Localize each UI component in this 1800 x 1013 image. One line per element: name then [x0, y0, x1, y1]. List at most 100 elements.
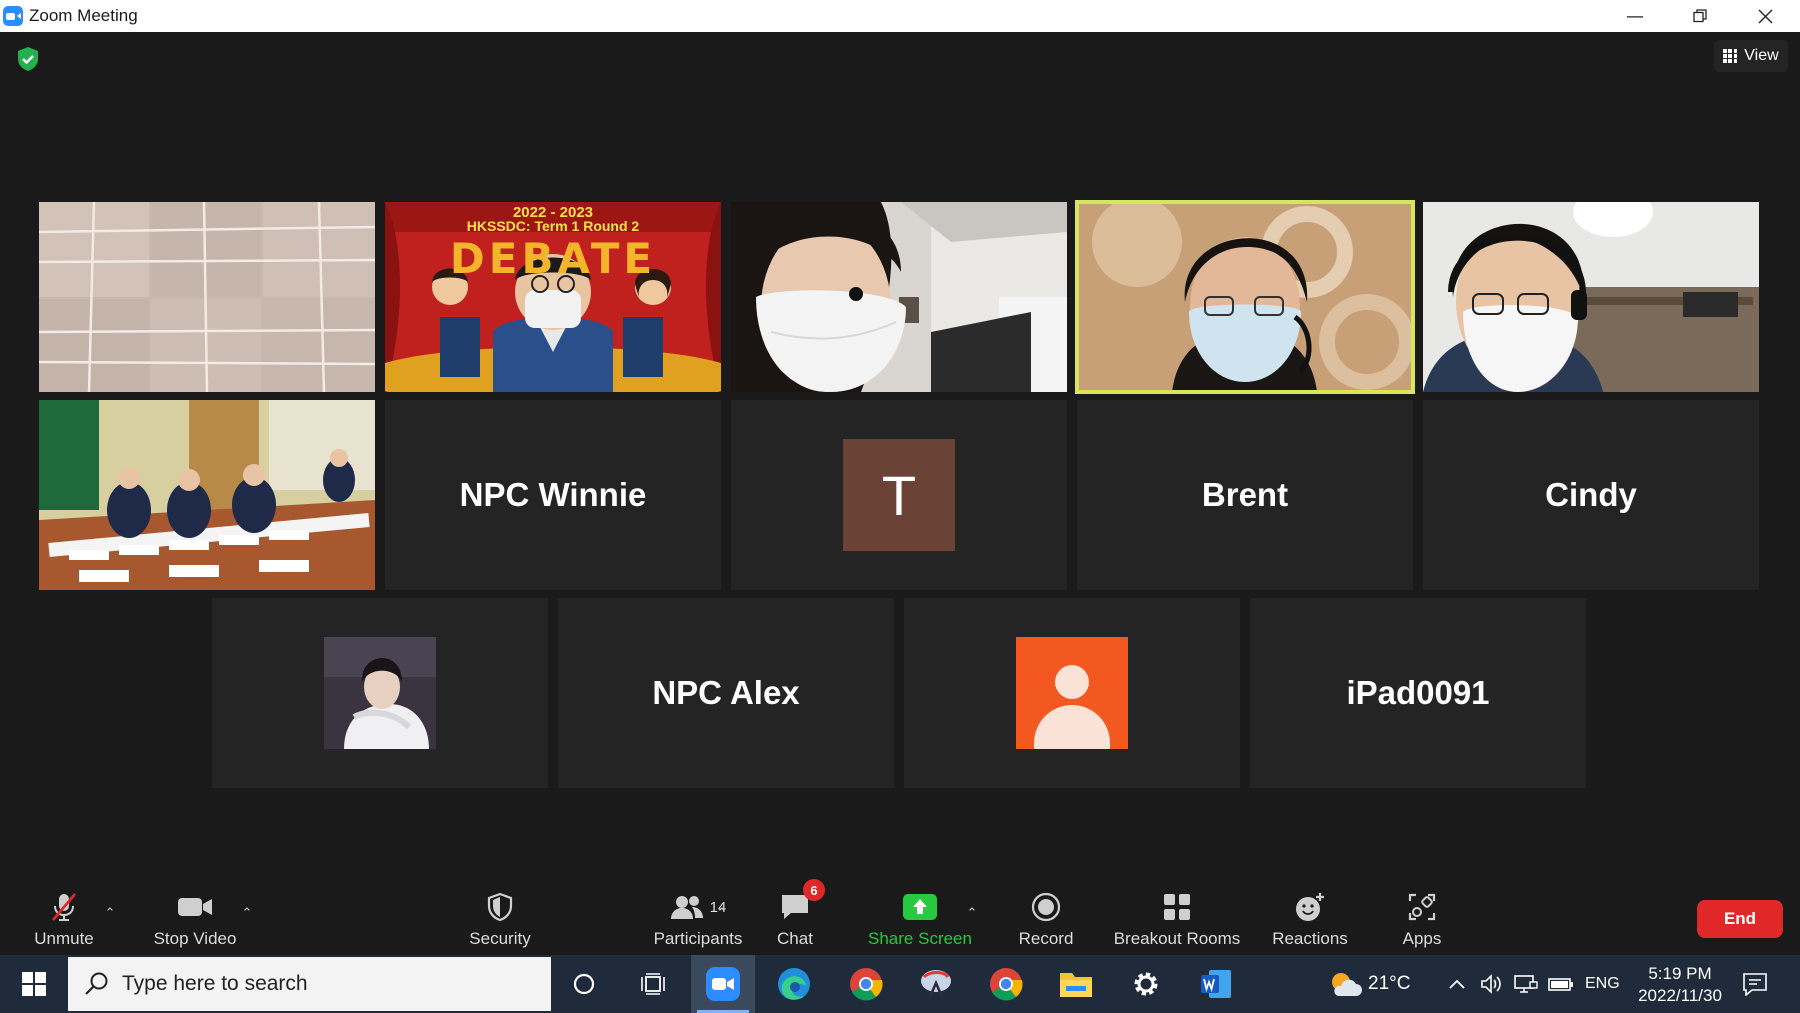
search-placeholder: Type here to search [122, 972, 308, 995]
stop-video-label: Stop Video [153, 929, 237, 948]
share-screen-arrow-icon [902, 887, 938, 927]
taskbar-snipping-app[interactable] [903, 955, 969, 1013]
participants-options-caret-icon[interactable]: ⌃ [713, 906, 731, 921]
active-speaker-video-feed [1077, 202, 1413, 392]
weather-cloud-sun-icon [1332, 973, 1362, 996]
participants-button[interactable]: 14 Participants [628, 880, 768, 955]
encryption-shield-icon[interactable] [16, 46, 40, 72]
zoom-app-icon [3, 6, 23, 26]
audio-options-caret-icon[interactable]: ⌃ [101, 906, 119, 921]
windows-start-button[interactable] [0, 955, 68, 1013]
share-screen-button[interactable]: Share Screen [864, 880, 976, 955]
speaker-volume-icon [1481, 974, 1501, 994]
name-tile-brent[interactable]: Brent [1077, 400, 1413, 590]
video-tile-active-speaker[interactable] [1075, 200, 1415, 394]
network-monitor-icon [1514, 975, 1538, 993]
photo-avatar-tile[interactable] [212, 598, 548, 788]
battery-button[interactable] [1548, 955, 1574, 1013]
edge-browser-icon [778, 968, 810, 1000]
taskbar-clock[interactable]: 5:19 PM 2022/11/30 [1620, 963, 1740, 1007]
debate-banner-word: DEBATE [449, 234, 657, 283]
apps-label: Apps [1402, 929, 1442, 948]
record-label: Record [1018, 929, 1074, 948]
record-button[interactable]: Record [1013, 880, 1079, 955]
video-tile-headset-boy[interactable] [1423, 202, 1759, 392]
task-view-icon [641, 973, 665, 995]
clock-date: 2022/11/30 [1638, 986, 1722, 1005]
unmute-label: Unmute [34, 929, 94, 948]
taskbar-file-explorer[interactable] [1043, 955, 1109, 1013]
taskbar-word-app[interactable] [1183, 955, 1249, 1013]
initial-avatar: T [843, 439, 955, 551]
snip-sketch-icon [921, 970, 951, 998]
input-language[interactable]: ENG [1585, 955, 1620, 1013]
reactions-button[interactable]: Reactions [1270, 880, 1350, 955]
video-tile-masked-girl[interactable] [731, 202, 1067, 392]
taskbar-zoom-app[interactable] [691, 955, 755, 1013]
participant-name: NPC Winnie [459, 476, 647, 513]
search-icon [85, 972, 108, 995]
action-center-icon [1743, 973, 1767, 996]
view-button[interactable]: View [1714, 40, 1788, 72]
security-shield-icon [486, 887, 514, 927]
name-tile-npc-winnie[interactable]: NPC Winnie [385, 400, 721, 590]
breakout-rooms-icon [1162, 887, 1192, 927]
minimize-button[interactable]: — [1605, 0, 1665, 32]
clock-time: 5:19 PM [1648, 964, 1712, 983]
volume-button[interactable] [1480, 955, 1502, 1013]
chat-unread-badge: 6 [803, 879, 825, 901]
default-avatar-tile[interactable] [904, 598, 1240, 788]
chrome-browser-icon [850, 968, 883, 1001]
participant-name: Cindy [1545, 476, 1637, 513]
video-options-caret-icon[interactable]: ⌃ [238, 906, 256, 921]
video-tile-classroom[interactable] [39, 400, 375, 590]
name-tile-npc-alex[interactable]: NPC Alex [558, 598, 894, 788]
reactions-smiley-icon [1294, 887, 1326, 927]
view-label: View [1744, 47, 1779, 64]
restore-button[interactable] [1670, 0, 1730, 32]
taskbar-search-box[interactable]: Type here to search [68, 957, 551, 1011]
taskbar-chrome-app-1[interactable] [833, 955, 899, 1013]
debate-banner-subtitle: HKSSDC: Term 1 Round 2 [466, 218, 640, 234]
end-meeting-button[interactable]: End [1697, 900, 1783, 938]
classroom-video-feed [39, 400, 375, 590]
taskbar-chrome-app-2[interactable] [973, 955, 1039, 1013]
apps-button[interactable]: Apps [1400, 880, 1444, 955]
window-titlebar: Zoom Meeting — [0, 0, 1800, 32]
video-tile-debate-host[interactable]: 2022 - 2023 HKSSDC: Term 1 Round 2 DEBAT… [385, 202, 721, 392]
taskbar-edge-app[interactable] [761, 955, 827, 1013]
grid-view-icon [1723, 49, 1738, 63]
zoom-taskbar-icon [706, 967, 740, 1001]
name-tile-cindy[interactable]: Cindy [1423, 400, 1759, 590]
close-button[interactable] [1735, 0, 1795, 32]
windows-logo-icon [22, 972, 46, 996]
chevron-up-icon [1449, 979, 1465, 989]
weather-widget[interactable]: 21°C [1328, 955, 1410, 1013]
stop-video-button[interactable]: Stop Video [150, 880, 240, 955]
weather-temperature: 21°C [1368, 973, 1411, 994]
breakout-rooms-button[interactable]: Breakout Rooms [1110, 880, 1244, 955]
profile-photo-avatar [324, 637, 436, 749]
security-button[interactable]: Security [465, 880, 535, 955]
unmute-button[interactable]: Unmute [28, 880, 100, 955]
taskbar-settings[interactable] [1113, 955, 1179, 1013]
ceiling-video-feed [39, 202, 375, 392]
share-screen-label: Share Screen [868, 929, 972, 948]
share-options-caret-icon[interactable]: ⌃ [963, 906, 981, 921]
windows-taskbar: Type here to search 21°C ENG 5:19 PM 202… [0, 955, 1800, 1013]
task-view-button[interactable] [620, 955, 686, 1013]
word-icon [1201, 970, 1231, 998]
battery-icon [1548, 978, 1573, 991]
masked-girl-video-feed [731, 202, 1067, 392]
name-tile-t[interactable]: T [731, 400, 1067, 590]
cortana-button[interactable] [551, 955, 617, 1013]
chat-button[interactable]: 6 Chat [770, 879, 825, 955]
show-hidden-icons-button[interactable] [1449, 955, 1465, 1013]
participant-name: NPC Alex [652, 674, 800, 711]
notifications-button[interactable] [1742, 955, 1768, 1013]
video-tile-ceiling[interactable] [39, 202, 375, 392]
meeting-toolbar: Unmute ⌃ Stop Video ⌃ Security 14 Partic… [0, 879, 1800, 955]
network-button[interactable] [1514, 955, 1538, 1013]
apps-icon [1407, 887, 1437, 927]
name-tile-ipad0091[interactable]: iPad0091 [1250, 598, 1586, 788]
